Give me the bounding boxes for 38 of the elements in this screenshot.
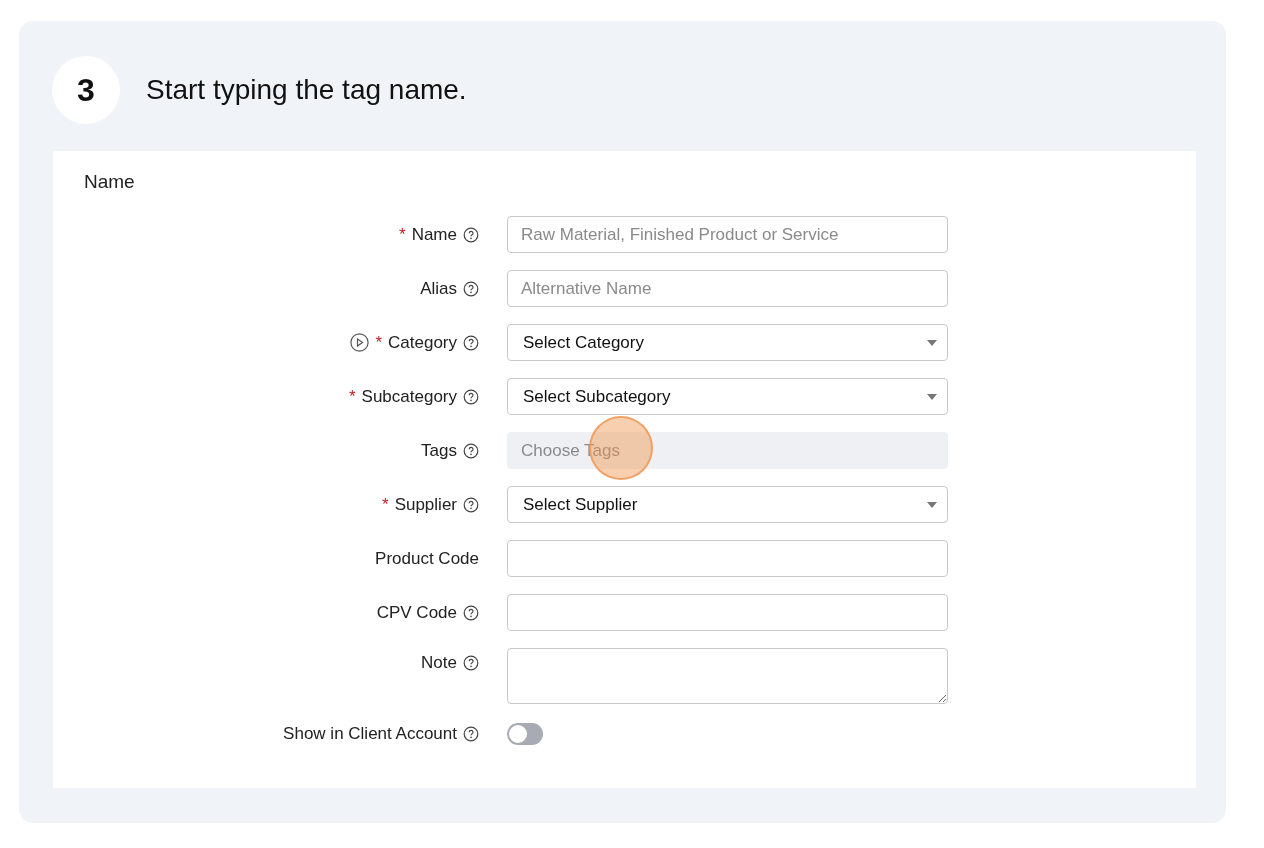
- toggle-switch[interactable]: [507, 723, 543, 745]
- play-icon[interactable]: [350, 333, 370, 352]
- step-title: Start typing the tag name.: [146, 74, 467, 106]
- caret-icon: [927, 393, 937, 400]
- text-field[interactable]: [507, 594, 948, 631]
- field-label: Subcategory: [361, 386, 457, 407]
- required-asterisk: *: [382, 494, 389, 515]
- required-asterisk: *: [399, 224, 406, 245]
- text-field[interactable]: Raw Material, Finished Product or Service: [507, 216, 948, 253]
- required-asterisk: *: [375, 332, 382, 353]
- field-label: Product Code: [375, 548, 479, 569]
- step-number: 3: [52, 56, 120, 124]
- field-label: Category: [388, 332, 457, 353]
- help-icon[interactable]: [463, 226, 479, 243]
- help-icon[interactable]: [463, 726, 479, 742]
- caret-icon: [927, 501, 937, 508]
- field-label: Name: [411, 224, 457, 245]
- help-icon[interactable]: [463, 442, 479, 459]
- select-dropdown[interactable]: Select Supplier: [507, 486, 948, 523]
- select-dropdown[interactable]: Select Category: [507, 324, 948, 361]
- select-dropdown[interactable]: Select Subcategory: [507, 378, 948, 415]
- help-icon[interactable]: [463, 496, 479, 513]
- field-label: Note: [421, 653, 457, 673]
- help-icon[interactable]: [463, 655, 479, 671]
- field-label: CPV Code: [376, 602, 457, 623]
- text-field[interactable]: Alternative Name: [507, 270, 948, 307]
- field-label: Show in Client Account: [283, 724, 457, 744]
- field-label: Tags: [421, 440, 457, 461]
- field-label: Supplier: [394, 494, 457, 515]
- caret-icon: [927, 339, 937, 346]
- help-icon[interactable]: [463, 388, 479, 405]
- help-icon[interactable]: [463, 604, 479, 621]
- help-icon[interactable]: [463, 280, 479, 297]
- help-icon[interactable]: [463, 334, 479, 351]
- section-title: Name: [84, 171, 136, 193]
- text-field[interactable]: [507, 540, 948, 577]
- required-asterisk: *: [348, 386, 356, 407]
- field-label: Alias: [420, 278, 457, 299]
